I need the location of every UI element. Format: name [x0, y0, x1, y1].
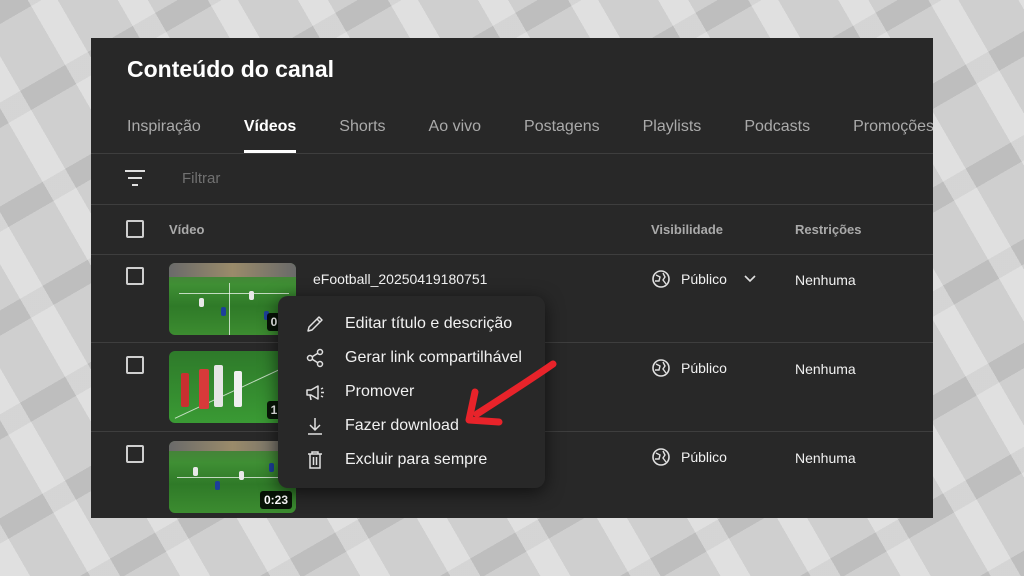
menu-item-edit[interactable]: Editar título e descrição: [278, 309, 545, 339]
menu-item-label: Fazer download: [345, 417, 459, 434]
visibility-dropdown[interactable]: Público: [651, 269, 757, 289]
globe-icon: [652, 448, 670, 466]
restrictions-value: Nenhuma: [795, 272, 856, 288]
tab-playlists[interactable]: Playlists: [643, 118, 702, 153]
pencil-icon: [307, 316, 323, 332]
page-title: Conteúdo do canal: [127, 56, 334, 82]
video-title[interactable]: eFootball_20250419180751: [313, 271, 487, 287]
annotation-arrow-icon: [465, 360, 557, 426]
tab-inspiracao[interactable]: Inspiração: [127, 118, 201, 153]
menu-item-label: Editar título e descrição: [345, 315, 513, 332]
globe-icon: [652, 359, 670, 377]
row-checkbox[interactable]: [126, 356, 144, 374]
tab-ao-vivo[interactable]: Ao vivo: [429, 118, 481, 153]
menu-item-label: Promover: [345, 383, 415, 400]
tabs-divider: [91, 153, 933, 154]
globe-icon: [652, 270, 670, 288]
column-header-video: Vídeo: [169, 222, 205, 237]
filter-input[interactable]: Filtrar: [182, 170, 220, 187]
menu-item-label: Excluir para sempre: [345, 451, 488, 468]
video-thumbnail[interactable]: 0:23: [169, 441, 296, 513]
video-duration: 0:23: [259, 491, 292, 509]
filter-divider: [91, 204, 933, 205]
menu-item-delete-forever[interactable]: Excluir para sempre: [278, 445, 545, 475]
tab-shorts[interactable]: Shorts: [339, 118, 385, 153]
download-icon: [308, 418, 322, 435]
restrictions-value: Nenhuma: [795, 450, 856, 466]
column-header-restrictions: Restrições: [795, 222, 862, 237]
share-icon: [306, 348, 324, 368]
megaphone-icon: [306, 385, 324, 401]
tab-podcasts[interactable]: Podcasts: [744, 118, 810, 153]
visibility-label: Público: [681, 360, 727, 376]
row-checkbox[interactable]: [126, 445, 144, 463]
visibility-label: Público: [681, 271, 727, 287]
select-all-checkbox[interactable]: [126, 220, 144, 238]
restrictions-value: Nenhuma: [795, 361, 856, 377]
chevron-down-icon[interactable]: [743, 274, 757, 284]
trash-icon: [308, 451, 322, 469]
video-thumbnail[interactable]: 0:3: [169, 263, 296, 335]
header-divider: [91, 254, 933, 255]
tab-promocoes[interactable]: Promoções: [853, 118, 933, 153]
tab-postagens[interactable]: Postagens: [524, 118, 600, 153]
tab-videos[interactable]: Vídeos: [243, 118, 297, 153]
row-checkbox[interactable]: [126, 267, 144, 285]
tab-bar: Inspiração Vídeos Shorts Ao vivo Postage…: [127, 118, 933, 153]
visibility-label: Público: [681, 449, 727, 465]
video-thumbnail[interactable]: 1:0: [169, 351, 296, 423]
visibility-status: Público: [651, 358, 727, 378]
column-header-visibility: Visibilidade: [651, 222, 724, 237]
visibility-status: Público: [651, 447, 727, 467]
filter-icon[interactable]: [125, 169, 145, 187]
